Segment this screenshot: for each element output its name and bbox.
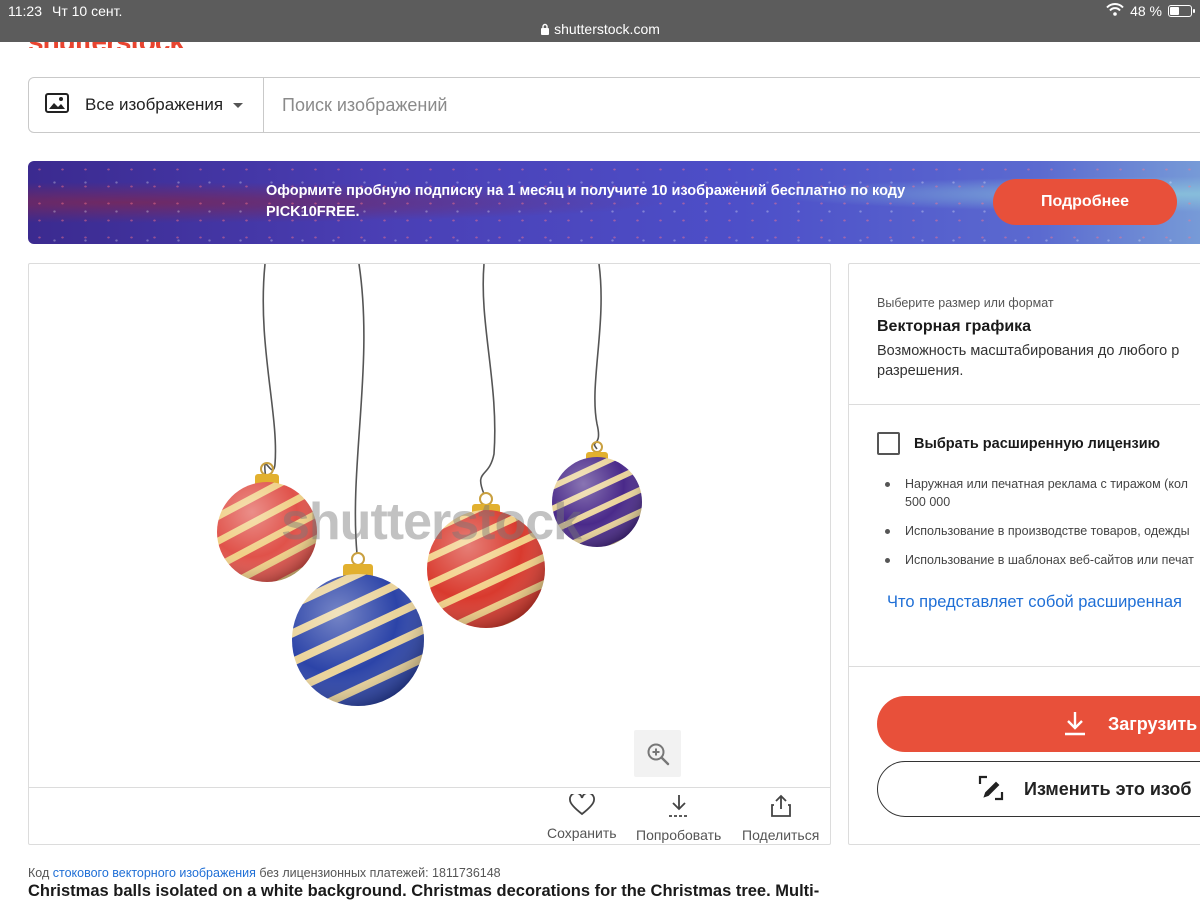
status-date: Чт 10 сент. [52, 3, 123, 19]
address-bar[interactable]: shutterstock.com [0, 21, 1200, 38]
url-text: shutterstock.com [554, 21, 660, 37]
search-type-dropdown[interactable]: Все изображения [29, 78, 264, 132]
save-button[interactable]: Сохранить [547, 792, 617, 841]
chevron-down-icon [233, 102, 244, 108]
download-icon [1062, 710, 1088, 739]
preview-image[interactable]: shutterstock [29, 264, 830, 787]
license-panel: Выберите размер или формат Векторная гра… [848, 263, 1200, 845]
list-item: Использование в производстве товаров, од… [885, 522, 1200, 540]
battery-percent: 48 % [1130, 3, 1162, 19]
try-label: Попробовать [636, 827, 722, 843]
share-label: Поделиться [742, 827, 820, 843]
site-header: shutterstock [0, 42, 1200, 48]
promo-more-button[interactable]: Подробнее [993, 179, 1177, 225]
license-bullets: Наружная или печатная реклама с тиражом … [885, 475, 1200, 580]
list-item: Использование в шаблонах веб-сайтов или … [885, 551, 1200, 569]
edit-image-button[interactable]: Изменить это изоб [877, 761, 1200, 817]
download-button[interactable]: Загрузить [877, 696, 1200, 752]
extended-license-section: Выбрать расширенную лицензию Наружная ил… [849, 405, 1200, 667]
status-time: 11:23 [8, 3, 42, 19]
battery-fill [1170, 7, 1179, 15]
extended-license-info-link[interactable]: Что представляет собой расширенная [887, 593, 1182, 612]
stock-code-line: Код стокового векторного изображения без… [28, 866, 501, 880]
battery-icon [1168, 5, 1195, 17]
image-title: Christmas balls isolated on a white back… [28, 882, 820, 900]
list-item: Наружная или печатная реклама с тиражом … [885, 475, 1200, 511]
lock-icon [540, 22, 550, 38]
image-actions-bar: Сохранить Попробовать Поделиться [29, 787, 830, 844]
download-label: Загрузить [1108, 713, 1198, 734]
format-desc-line2: разрешения. [877, 363, 964, 379]
download-try-icon [666, 794, 692, 823]
zoom-button[interactable] [634, 730, 681, 777]
extended-license-checkbox[interactable] [877, 432, 900, 455]
try-button[interactable]: Попробовать [636, 794, 721, 843]
promo-banner: Оформите пробную подписку на 1 месяц и п… [28, 161, 1200, 244]
status-bar: 11:23 Чт 10 сент. shutterstock.com 48 % [0, 0, 1200, 42]
format-title: Векторная графика [877, 318, 1032, 335]
status-right: 48 % [1106, 3, 1195, 19]
image-preview-panel: shutterstock Сохранить Попробовать Подел… [28, 263, 831, 845]
search-input[interactable] [264, 78, 1200, 132]
zoom-in-icon [646, 742, 670, 766]
extended-license-checkbox-row[interactable]: Выбрать расширенную лицензию [877, 432, 1160, 455]
stock-vector-link[interactable]: стокового векторного изображения [53, 866, 256, 880]
heart-icon [568, 792, 595, 821]
image-icon [45, 92, 69, 118]
format-section[interactable]: Выберите размер или формат Векторная гра… [849, 264, 1200, 405]
code-suffix: без лицензионных платежей: 1811736148 [259, 866, 501, 880]
wifi-icon [1106, 3, 1124, 19]
edit-icon [978, 775, 1004, 804]
share-button[interactable]: Поделиться [742, 794, 819, 843]
format-desc-line1: Возможность масштабирования до любого р [877, 343, 1180, 359]
size-hint: Выберите размер или формат [877, 296, 1054, 310]
page: 11:23 Чт 10 сент. shutterstock.com 48 % … [0, 0, 1200, 900]
save-label: Сохранить [547, 825, 617, 841]
search-bar: Все изображения [28, 77, 1200, 133]
share-icon [769, 794, 793, 823]
extended-license-label: Выбрать расширенную лицензию [914, 435, 1161, 452]
edit-label: Изменить это изоб [1024, 778, 1192, 799]
search-type-label: Все изображения [85, 95, 224, 114]
shutterstock-logo[interactable]: shutterstock [28, 42, 185, 48]
code-prefix: Код [28, 866, 50, 880]
promo-text: Оформите пробную подписку на 1 месяц и п… [266, 183, 906, 220]
